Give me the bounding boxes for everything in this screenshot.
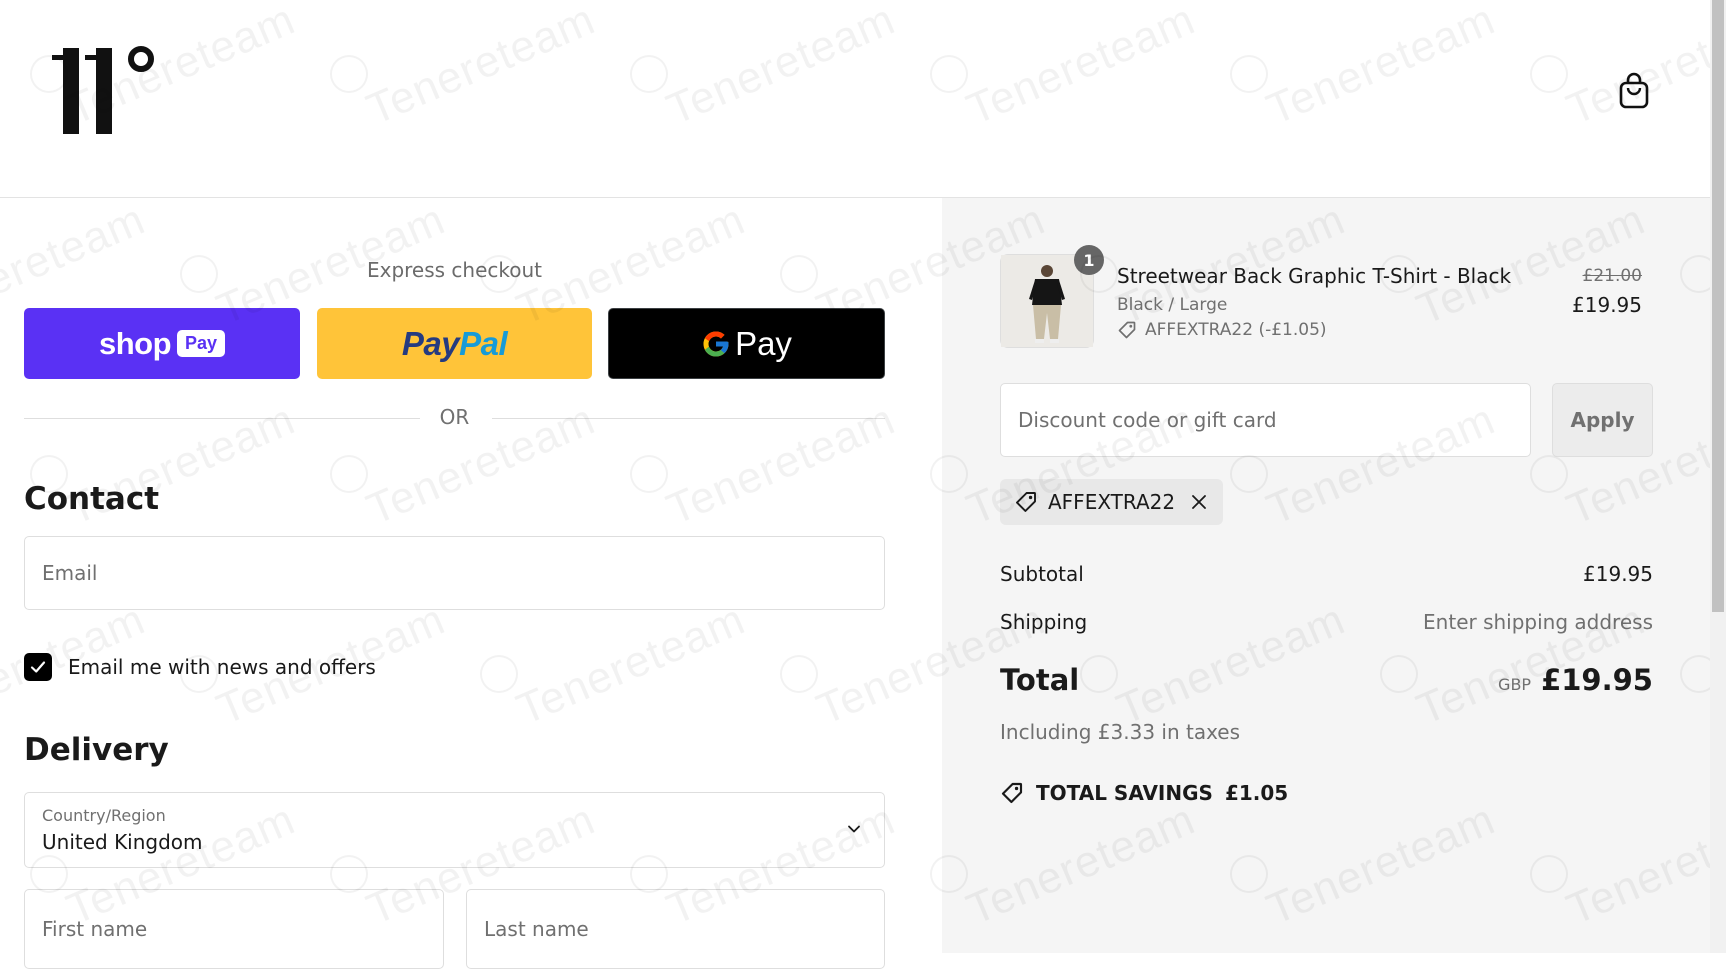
paypal-wordmark: PayPal xyxy=(402,325,507,363)
checkmark-icon xyxy=(29,658,47,676)
product-discount: AFFEXTRA22 (-£1.05) xyxy=(1117,320,1327,340)
country-select[interactable]: Country/Region United Kingdom xyxy=(24,792,885,868)
google-pay-wordmark: Pay xyxy=(735,325,792,363)
or-divider: OR xyxy=(24,405,885,431)
newsletter-label: Email me with news and offers xyxy=(68,655,376,679)
tag-icon xyxy=(1000,781,1024,805)
savings-value: £1.05 xyxy=(1225,781,1288,805)
email-field[interactable] xyxy=(24,536,885,610)
order-summary: 1 Streetwear Back Graphic T-Shirt - Blac… xyxy=(942,198,1710,953)
delivery-heading: Delivery xyxy=(24,732,169,768)
paypal-wordmark-pal: Pal xyxy=(459,325,507,362)
subtotal-value: £19.95 xyxy=(1583,562,1653,586)
total-savings: TOTAL SAVINGS £1.05 xyxy=(1000,781,1288,805)
country-label: Country/Region xyxy=(42,806,166,825)
paypal-button[interactable]: PayPal xyxy=(317,308,592,379)
tag-icon xyxy=(1117,320,1137,340)
last-name-input[interactable] xyxy=(467,890,884,968)
subtotal-label: Subtotal xyxy=(1000,562,1084,586)
google-pay-button[interactable]: Pay xyxy=(608,308,885,379)
email-input[interactable] xyxy=(25,537,884,609)
shop-pay-wordmark: shop xyxy=(99,326,171,362)
savings-label: TOTAL SAVINGS xyxy=(1036,781,1213,805)
product-name: Streetwear Back Graphic T-Shirt - Black xyxy=(1117,264,1511,288)
scrollbar-thumb[interactable] xyxy=(1712,0,1724,612)
shipping-label: Shipping xyxy=(1000,610,1087,634)
remove-code-button[interactable] xyxy=(1191,494,1207,510)
country-value: United Kingdom xyxy=(42,830,203,854)
paypal-wordmark-pay: Pay xyxy=(402,325,459,362)
tax-note: Including £3.33 in taxes xyxy=(1000,720,1240,744)
first-name-field[interactable] xyxy=(24,889,444,969)
applied-code-text: AFFEXTRA22 xyxy=(1048,490,1175,514)
product-final-price: £19.95 xyxy=(1572,293,1642,317)
product-variant: Black / Large xyxy=(1117,295,1227,315)
google-g-icon xyxy=(701,329,731,359)
shipping-row: Shipping Enter shipping address xyxy=(1000,610,1653,638)
first-name-input[interactable] xyxy=(25,890,443,968)
product-discount-text: AFFEXTRA22 (-£1.05) xyxy=(1145,320,1327,340)
total-value-group: GBP £19.95 xyxy=(1498,663,1653,697)
or-label: OR xyxy=(24,405,885,429)
express-checkout-title: Express checkout xyxy=(0,258,909,282)
shop-pay-pill: Pay xyxy=(177,330,225,357)
chevron-down-icon xyxy=(846,821,862,837)
divider-line-right xyxy=(492,418,885,419)
newsletter-checkbox[interactable] xyxy=(24,653,52,681)
newsletter-checkbox-row[interactable]: Email me with news and offers xyxy=(24,652,376,682)
close-icon xyxy=(1191,494,1207,510)
google-pay-mark: Pay xyxy=(701,325,792,363)
applied-discount-chip: AFFEXTRA22 xyxy=(1000,479,1223,525)
shopping-bag-icon[interactable] xyxy=(1618,72,1650,110)
apply-discount-button[interactable]: Apply xyxy=(1552,383,1653,457)
contact-heading: Contact xyxy=(24,481,159,517)
discount-code-field[interactable] xyxy=(1000,383,1531,457)
quantity-badge: 1 xyxy=(1074,245,1104,275)
shop-pay-button[interactable]: shop Pay xyxy=(24,308,300,379)
tag-icon xyxy=(1014,490,1038,514)
site-header xyxy=(0,0,1710,198)
total-label: Total xyxy=(1000,663,1079,697)
subtotal-row: Subtotal £19.95 xyxy=(1000,562,1653,590)
brand-logo[interactable] xyxy=(50,42,160,137)
total-row: Total GBP £19.95 xyxy=(1000,663,1653,703)
total-amount: £19.95 xyxy=(1541,663,1653,697)
last-name-field[interactable] xyxy=(466,889,885,969)
product-original-price: £21.00 xyxy=(1583,266,1642,286)
total-currency: GBP xyxy=(1498,675,1531,694)
shipping-value: Enter shipping address xyxy=(1423,610,1653,634)
checkout-form: Express checkout shop Pay PayPal Pay OR … xyxy=(0,198,941,953)
discount-code-input[interactable] xyxy=(1001,384,1530,456)
